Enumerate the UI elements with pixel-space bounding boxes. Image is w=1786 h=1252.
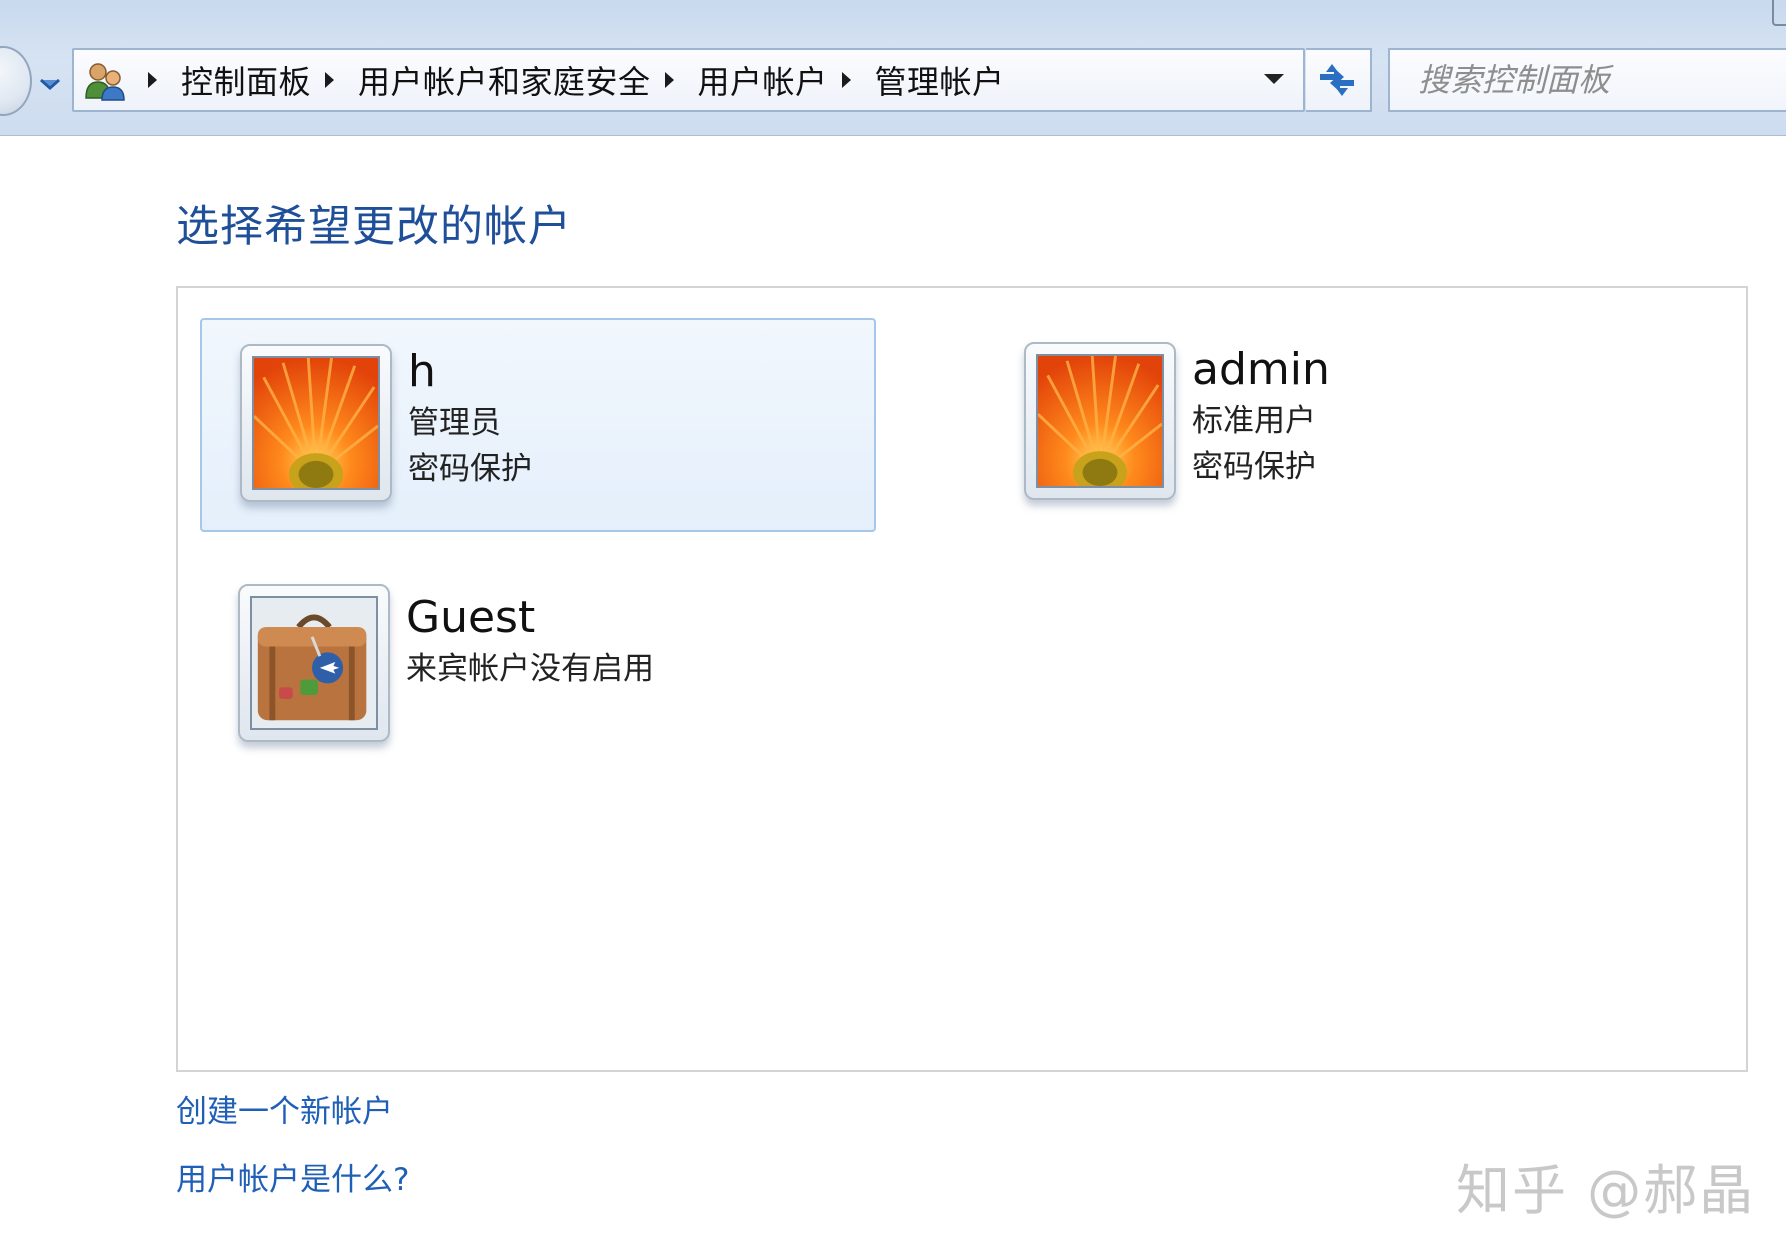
flower-picture-icon bbox=[252, 356, 380, 490]
account-tile-admin[interactable]: admin 标准用户 密码保护 bbox=[986, 318, 1662, 532]
breadcrumb-user-accounts-family-safety[interactable]: 用户帐户和家庭安全 bbox=[358, 57, 651, 103]
avatar bbox=[238, 584, 390, 742]
chevron-right-icon[interactable] bbox=[148, 72, 157, 88]
watermark: 知乎 @郝晶 bbox=[1456, 1159, 1756, 1222]
navigation-bar: 控制面板 用户帐户和家庭安全 用户帐户 管理帐户 bbox=[0, 0, 1786, 136]
address-bar[interactable]: 控制面板 用户帐户和家庭安全 用户帐户 管理帐户 bbox=[72, 48, 1305, 112]
breadcrumb-control-panel[interactable]: 控制面板 bbox=[181, 57, 311, 103]
search-box[interactable] bbox=[1388, 48, 1786, 112]
breadcrumb: 控制面板 用户帐户和家庭安全 用户帐户 管理帐户 bbox=[134, 50, 1005, 110]
page-title: 选择希望更改的帐户 bbox=[176, 202, 572, 252]
account-password-status: 密码保护 bbox=[408, 451, 532, 487]
refresh-button[interactable] bbox=[1306, 48, 1372, 112]
account-tile-guest[interactable]: Guest 来宾帐户没有启用 bbox=[200, 560, 876, 774]
accounts-panel: h 管理员 密码保护 admin 标准用户 密码保护 Guest 来宾帐户没有启… bbox=[176, 286, 1748, 1072]
breadcrumb-manage-accounts[interactable]: 管理帐户 bbox=[875, 57, 1005, 103]
avatar bbox=[1024, 342, 1176, 500]
account-name: Guest bbox=[406, 592, 536, 643]
breadcrumb-user-accounts[interactable]: 用户帐户 bbox=[698, 57, 828, 103]
what-is-user-account-link[interactable]: 用户帐户是什么? bbox=[176, 1154, 409, 1199]
account-tile-h[interactable]: h 管理员 密码保护 bbox=[200, 318, 876, 532]
chevron-right-icon[interactable] bbox=[664, 72, 674, 88]
users-icon bbox=[82, 60, 128, 102]
chevron-down-icon[interactable] bbox=[1264, 74, 1284, 84]
account-type: 标准用户 bbox=[1192, 403, 1316, 439]
search-input[interactable] bbox=[1416, 60, 1756, 100]
create-account-link[interactable]: 创建一个新帐户 bbox=[176, 1086, 393, 1131]
account-name: admin bbox=[1192, 344, 1330, 395]
account-info: h 管理员 密码保护 bbox=[408, 344, 532, 492]
suitcase-picture-icon bbox=[250, 596, 378, 730]
account-password-status: 密码保护 bbox=[1192, 449, 1316, 485]
flower-picture-icon bbox=[1036, 354, 1164, 488]
chevron-right-icon[interactable] bbox=[841, 72, 851, 88]
back-arrow-icon[interactable] bbox=[0, 46, 32, 116]
chevron-down-icon[interactable] bbox=[38, 74, 62, 94]
refresh-icon bbox=[1320, 64, 1354, 96]
account-type: 管理员 bbox=[408, 405, 501, 441]
chevron-right-icon[interactable] bbox=[325, 72, 335, 88]
account-name: h bbox=[408, 346, 436, 397]
account-info: admin 标准用户 密码保护 bbox=[1192, 342, 1330, 490]
window-corner bbox=[1772, 0, 1786, 26]
avatar bbox=[240, 344, 392, 502]
account-status: 来宾帐户没有启用 bbox=[406, 651, 654, 687]
account-info: Guest 来宾帐户没有启用 bbox=[406, 590, 654, 692]
